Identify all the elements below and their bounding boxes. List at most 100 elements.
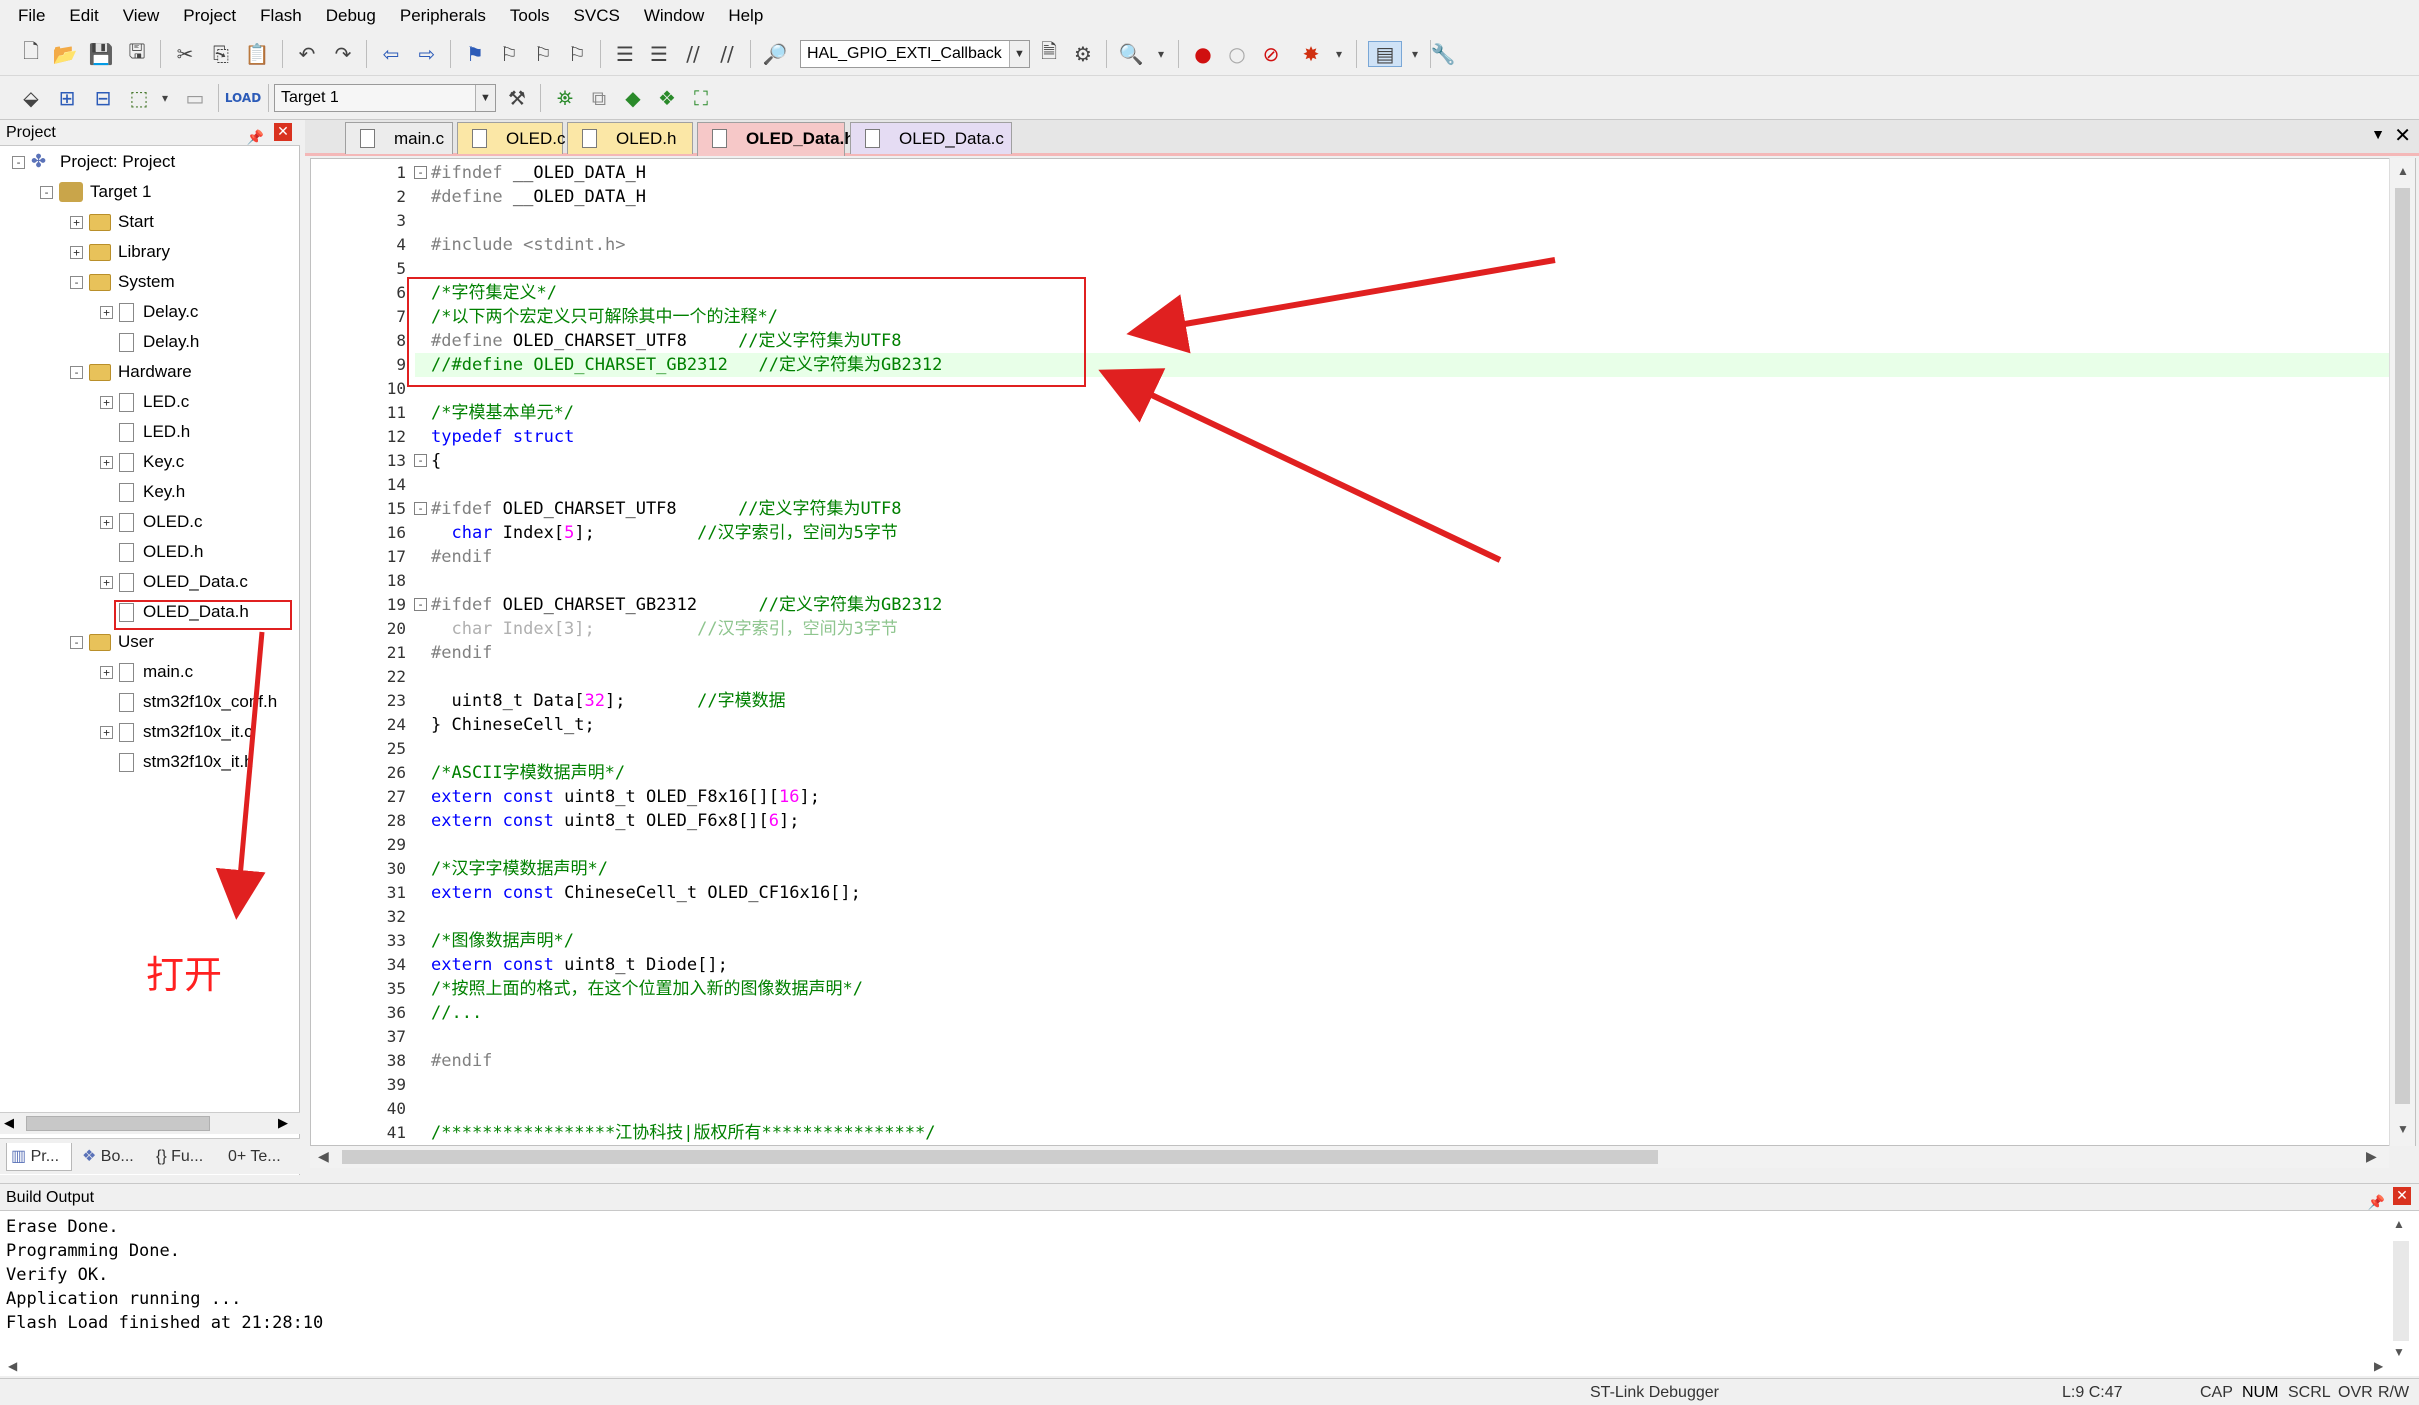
paste-icon[interactable]: 📋 (244, 41, 270, 67)
menu-item-help[interactable]: Help (716, 0, 775, 32)
scroll-right-icon[interactable]: ▶ (278, 1115, 288, 1131)
nav-back-icon[interactable]: ⇦ (378, 41, 404, 67)
tab-oled-data-h[interactable]: OLED_Data.h (697, 122, 855, 156)
scroll-up-icon[interactable]: ▲ (2393, 1217, 2405, 1231)
chevron-down-icon[interactable]: ▾ (1402, 41, 1428, 67)
manage-components-icon[interactable]: ⛯ (552, 85, 578, 111)
manage-books-icon[interactable]: ⧉ (586, 85, 612, 111)
code-line[interactable]: typedef struct (431, 425, 574, 449)
code-line[interactable]: char Index[5]; //汉字索引，空间为5字节 (431, 521, 897, 545)
bookmark-prev-icon[interactable]: ⚐ (496, 41, 522, 67)
tree-item[interactable]: OLED.h (100, 537, 203, 567)
fold-toggle-icon[interactable]: - (414, 598, 427, 611)
tree-item[interactable]: - User (70, 627, 154, 657)
fold-toggle-icon[interactable]: - (414, 454, 427, 467)
code-line[interactable]: } ChineseCell_t; (431, 713, 595, 737)
tree-item[interactable]: - Target 1 (40, 177, 151, 207)
menu-item-window[interactable]: Window (632, 0, 716, 32)
fold-toggle-icon[interactable]: - (414, 166, 427, 179)
scroll-left-icon[interactable]: ◀ (4, 1115, 14, 1131)
close-icon[interactable]: ✕ (274, 123, 292, 141)
menu-item-project[interactable]: Project (171, 0, 248, 32)
close-icon[interactable]: ✕ (2393, 1187, 2411, 1205)
run-time-env-icon[interactable]: ⛶ (688, 85, 714, 111)
menu-item-file[interactable]: File (6, 0, 57, 32)
chevron-down-icon[interactable]: ▼ (475, 85, 495, 111)
tree-horizontal-scrollbar[interactable]: ◀ ▶ (0, 1112, 300, 1134)
tree-item[interactable]: Key.h (100, 477, 185, 507)
scroll-down-icon[interactable]: ▼ (2397, 1122, 2409, 1136)
tab-oled-c[interactable]: OLED.c (457, 122, 566, 154)
incremental-find-icon[interactable]: 🗎 (1036, 39, 1062, 67)
code-line[interactable]: { (431, 449, 441, 473)
expand-icon[interactable]: + (100, 725, 113, 739)
code-line[interactable]: uint8_t Data[32]; //字模数据 (431, 689, 785, 713)
editor-horizontal-scrollbar[interactable]: ◀ ▶ (310, 1146, 2389, 1168)
tree-item[interactable]: - ✤ Project: Project (12, 147, 175, 177)
tab-main-c[interactable]: main.c (345, 122, 453, 154)
bookmark-icon[interactable]: ⚑ (462, 41, 488, 67)
tree-item[interactable]: - System (70, 267, 175, 297)
find-combo[interactable]: HAL_GPIO_EXTI_Callback ▼ (800, 40, 1030, 68)
tree-item[interactable]: + LED.c (100, 387, 189, 417)
collapse-icon[interactable]: - (70, 275, 83, 289)
find-in-files-icon[interactable]: 🔎 (762, 41, 788, 67)
code-line[interactable]: extern const ChineseCell_t OLED_CF16x16[… (431, 881, 861, 905)
editor-hscroll-thumb[interactable] (342, 1150, 1658, 1164)
comment-icon[interactable]: // (680, 41, 706, 67)
tree-item[interactable]: + OLED.c (100, 507, 203, 537)
rebuild-icon[interactable]: ⊟ (90, 85, 116, 111)
fold-toggle-icon[interactable]: - (414, 502, 427, 515)
expand-icon[interactable]: + (70, 215, 83, 229)
tab-functions[interactable]: {} Fu... (152, 1143, 222, 1171)
scroll-right-icon[interactable]: ▶ (2374, 1359, 2383, 1373)
translate-icon[interactable]: ⬙ (18, 85, 44, 111)
close-icon[interactable]: ✕ (2394, 123, 2411, 147)
expand-icon[interactable]: + (100, 395, 113, 409)
expand-icon[interactable]: + (100, 575, 113, 589)
collapse-icon[interactable]: - (40, 185, 53, 199)
disable-breakpoint-icon[interactable]: ○ (1224, 41, 1250, 67)
code-line[interactable]: char Index[3]; //汉字索引，空间为3字节 (431, 617, 897, 641)
tree-item[interactable]: stm32f10x_conf.h (100, 687, 277, 717)
code-line[interactable]: #define __OLED_DATA_H (431, 185, 646, 209)
tab-project[interactable]: ▥ Pr... (6, 1143, 72, 1171)
chevron-down-icon[interactable]: ▾ (1326, 41, 1352, 67)
copy-icon[interactable]: ⎘ (208, 41, 234, 67)
scroll-left-icon[interactable]: ◀ (8, 1359, 17, 1373)
download-icon[interactable]: LOAD (225, 85, 261, 111)
kill-breakpoints-icon[interactable]: ✸ (1298, 41, 1324, 67)
stop-build-icon[interactable]: ▭ (182, 85, 208, 111)
target-options-icon[interactable]: ⚒ (504, 85, 530, 111)
tree-item[interactable]: + Delay.c (100, 297, 198, 327)
scroll-up-icon[interactable]: ▲ (2397, 164, 2409, 178)
code-line[interactable]: /*****************江协科技|版权所有*************… (431, 1121, 935, 1145)
unindent-icon[interactable]: ☰ (646, 41, 672, 67)
menu-item-flash[interactable]: Flash (248, 0, 314, 32)
open-file-icon[interactable]: 📂 (52, 41, 78, 67)
editor-vscroll-thumb[interactable] (2395, 188, 2410, 1104)
configure-icon[interactable]: 🔧 (1430, 41, 1456, 67)
scroll-right-icon[interactable]: ▶ (2366, 1148, 2377, 1165)
code-line[interactable]: #endif (431, 545, 492, 569)
collapse-icon[interactable]: - (70, 635, 83, 649)
tree-item[interactable]: LED.h (100, 417, 190, 447)
menu-item-tools[interactable]: Tools (498, 0, 562, 32)
expand-icon[interactable]: + (70, 245, 83, 259)
tree-item[interactable]: + Start (70, 207, 154, 237)
tree-scroll-thumb[interactable] (26, 1116, 210, 1131)
collapse-icon[interactable]: - (70, 365, 83, 379)
code-line[interactable]: #endif (431, 1049, 492, 1073)
code-line[interactable]: /*图像数据声明*/ (431, 929, 574, 953)
tab-templates[interactable]: 0+ Te... (224, 1143, 298, 1171)
scroll-down-icon[interactable]: ▼ (2393, 1345, 2405, 1359)
tree-item[interactable]: stm32f10x_it.h (100, 747, 254, 777)
expand-icon[interactable]: + (100, 455, 113, 469)
tab-books[interactable]: ❖ Bo... (78, 1143, 148, 1171)
target-combo[interactable]: Target 1 ▼ (274, 84, 496, 112)
chevron-down-icon[interactable]: ▾ (152, 85, 178, 111)
menu-item-debug[interactable]: Debug (314, 0, 388, 32)
code-line[interactable]: /*按照上面的格式，在这个位置加入新的图像数据声明*/ (431, 977, 863, 1001)
code-line[interactable]: /*ASCII字模数据声明*/ (431, 761, 625, 785)
batch-build-icon[interactable]: ⬚ (126, 85, 152, 111)
